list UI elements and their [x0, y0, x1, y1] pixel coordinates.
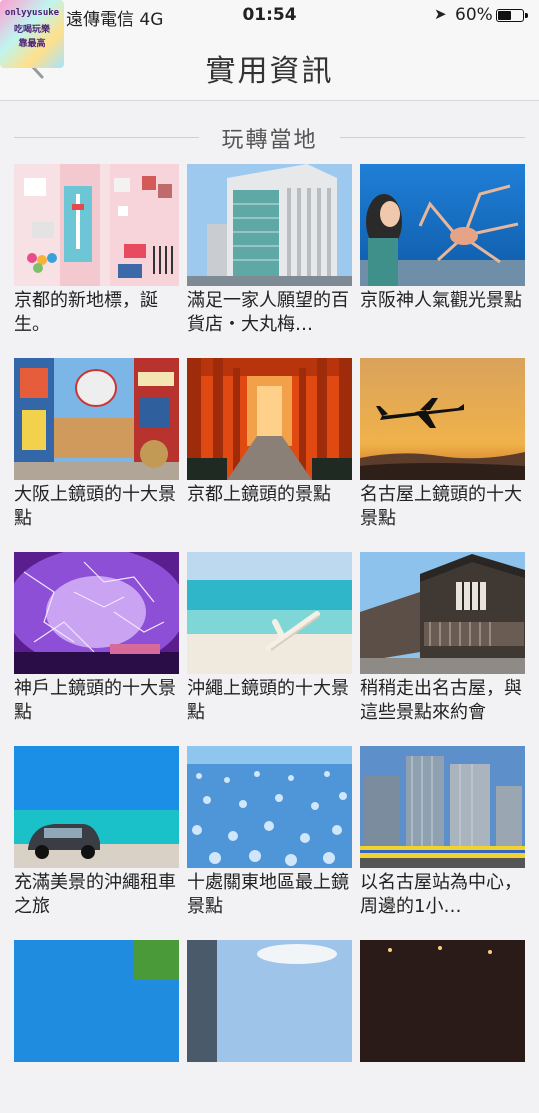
article-card[interactable]: 沖繩上鏡頭的十大景點 [187, 552, 352, 725]
status-bar: 遠傳電信 4G 01:54 ➤ 60% [0, 0, 539, 32]
watermark-line2: 吃喝玩樂 [13, 25, 50, 35]
article-grid: 京都的新地標，誕生。 滿足一家人願望的百貨店・大丸梅… 京阪神人氣觀光景點 大阪… [14, 164, 526, 1113]
section-header: 玩轉當地 [14, 118, 525, 154]
thumbnail-partial-night[interactable] [360, 940, 525, 1062]
watermark-line1: onlyyusuke [4, 8, 60, 18]
thumbnail-old-townhouses[interactable] [360, 552, 525, 674]
thumbnail-airplane-sunset[interactable] [360, 358, 525, 480]
article-card[interactable]: 滿足一家人願望的百貨店・大丸梅… [187, 164, 352, 337]
article-title[interactable]: 稍稍走出名古屋，與這些景點來約會 [360, 677, 525, 725]
page-title: 實用資訊 [205, 54, 334, 89]
article-card[interactable]: 京阪神人氣觀光景點 [360, 164, 525, 337]
article-card[interactable] [14, 940, 179, 1113]
article-card[interactable]: 以名古屋站為中心，周邊的1小… [360, 746, 525, 919]
article-title[interactable]: 京阪神人氣觀光景點 [360, 289, 525, 313]
article-title[interactable]: 十處關東地區最上鏡景點 [187, 871, 352, 919]
article-card[interactable]: 京都上鏡頭的景點 [187, 358, 352, 531]
watermark-logo: onlyyusuke 吃喝玩樂 靠最高 [0, 0, 64, 68]
divider [340, 137, 525, 138]
thumbnail-aquarium-spider-crab[interactable] [360, 164, 525, 286]
article-card[interactable]: 大阪上鏡頭的十大景點 [14, 358, 179, 531]
thumbnail-purple-light-tunnel[interactable] [14, 552, 179, 674]
thumbnail-fushimi-inari-torii[interactable] [187, 358, 352, 480]
article-card[interactable]: 神戶上鏡頭的十大景點 [14, 552, 179, 725]
location-arrow-icon: ➤ [434, 5, 447, 23]
article-title[interactable]: 京都的新地標，誕生。 [14, 289, 179, 337]
watermark-line3: 靠最高 [18, 39, 46, 49]
article-card[interactable]: 充滿美景的沖繩租車之旅 [14, 746, 179, 919]
article-title[interactable]: 大阪上鏡頭的十大景點 [14, 483, 179, 531]
thumbnail-car-by-sea[interactable] [14, 746, 179, 868]
navigation-bar: 實用資訊 [0, 32, 539, 101]
article-title[interactable]: 京都上鏡頭的景點 [187, 483, 352, 507]
thumbnail-daimaru-umeda-building[interactable] [187, 164, 352, 286]
article-title[interactable]: 充滿美景的沖繩租車之旅 [14, 871, 179, 919]
article-card[interactable]: 京都的新地標，誕生。 [14, 164, 179, 337]
thumbnail-partial-blue-sky[interactable] [14, 940, 179, 1062]
thumbnail-okinawa-beach-driftwood[interactable] [187, 552, 352, 674]
thumbnail-dotonbori-street[interactable] [14, 358, 179, 480]
article-card[interactable] [187, 940, 352, 1113]
article-title[interactable]: 滿足一家人願望的百貨店・大丸梅… [187, 289, 352, 337]
article-card[interactable]: 名古屋上鏡頭的十大景點 [360, 358, 525, 531]
article-title[interactable]: 以名古屋站為中心，周邊的1小… [360, 871, 525, 919]
article-title[interactable]: 神戶上鏡頭的十大景點 [14, 677, 179, 725]
article-card[interactable] [360, 940, 525, 1113]
section-title: 玩轉當地 [221, 128, 318, 153]
battery-icon [496, 9, 528, 22]
thumbnail-nagoya-station-towers[interactable] [360, 746, 525, 868]
battery-percent: 60% [455, 5, 493, 25]
article-title[interactable]: 沖繩上鏡頭的十大景點 [187, 677, 352, 725]
thumbnail-nemophila-field[interactable] [187, 746, 352, 868]
article-title[interactable]: 名古屋上鏡頭的十大景點 [360, 483, 525, 531]
article-card[interactable]: 稍稍走出名古屋，與這些景點來約會 [360, 552, 525, 725]
thumbnail-partial-city-sky[interactable] [187, 940, 352, 1062]
article-card[interactable]: 十處關東地區最上鏡景點 [187, 746, 352, 919]
thumbnail-kyoto-tower-goods[interactable] [14, 164, 179, 286]
